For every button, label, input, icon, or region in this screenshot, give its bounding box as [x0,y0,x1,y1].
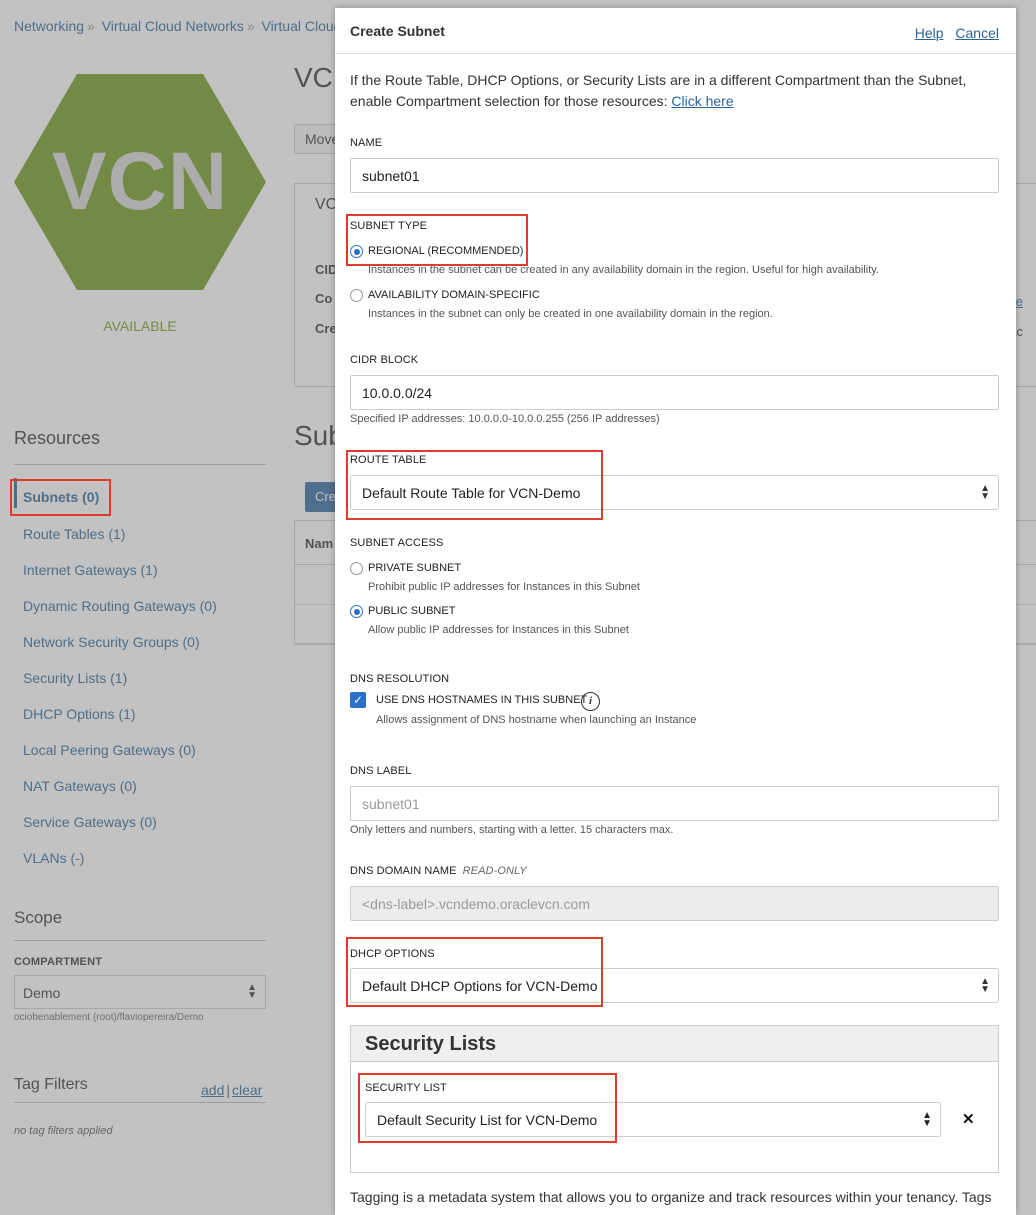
dialog-title: Create Subnet [350,23,445,39]
ad-specific-label: AVAILABILITY DOMAIN-SPECIFIC [368,289,540,301]
dns-resolution-label: DNS RESOLUTION [350,673,450,685]
name-label: NAME [350,137,383,149]
cidr-label: CIDR BLOCK [350,354,419,366]
chevron-updown-icon: ▲ ▼ [980,975,990,995]
radio-button[interactable] [350,289,363,302]
security-lists-panel: Security Lists SECURITY LIST Default Sec… [350,1025,999,1173]
cidr-input[interactable]: 10.0.0.0/24 [350,375,999,410]
help-link[interactable]: Help [915,25,944,41]
public-subnet-label: PUBLIC SUBNET [368,605,456,617]
cidr-help: Specified IP addresses: 10.0.0.0-10.0.0.… [350,413,660,425]
dns-domain-label: DNS DOMAIN NAME READ-ONLY [350,865,527,877]
subnet-access-label: SUBNET ACCESS [350,537,444,549]
route-table-select[interactable]: Default Route Table for VCN-Demo ▲ ▼ [350,475,999,510]
subnet-type-label: SUBNET TYPE [350,220,428,232]
chevron-updown-icon: ▲ ▼ [922,1109,932,1129]
tagging-description: Tagging is a metadata system that allows… [350,1189,992,1205]
dns-hostnames-help: Allows assignment of DNS hostname when l… [376,714,697,726]
radio-button-selected[interactable] [350,605,363,618]
public-subnet-help: Allow public IP addresses for Instances … [368,624,629,636]
info-icon[interactable]: i [581,692,600,711]
intro-text: If the Route Table, DHCP Options, or Sec… [350,72,967,109]
security-lists-title: Security Lists [351,1026,998,1062]
name-input[interactable]: subnet01 [350,158,999,193]
dns-hostnames-checkbox[interactable]: ✓ [350,692,366,708]
checkmark-icon: ✓ [352,693,364,707]
dialog-intro: If the Route Table, DHCP Options, or Sec… [350,70,990,112]
regional-label: REGIONAL (RECOMMENDED) [368,245,524,257]
cancel-link[interactable]: Cancel [955,25,999,41]
dhcp-options-value: Default DHCP Options for VCN-Demo [362,978,598,994]
close-icon[interactable]: ✕ [962,1110,975,1128]
radio-button[interactable] [350,562,363,575]
route-table-label: ROUTE TABLE [350,454,427,466]
create-subnet-dialog: Create Subnet Help Cancel If the Route T… [335,8,1016,1215]
security-list-select[interactable]: Default Security List for VCN-Demo ▲ ▼ [365,1102,941,1137]
private-subnet-label: PRIVATE SUBNET [368,562,462,574]
radio-button-selected[interactable] [350,245,363,258]
ad-specific-help: Instances in the subnet can only be crea… [368,308,773,320]
dns-label-input[interactable]: subnet01 [350,786,999,821]
dialog-header: Create Subnet Help Cancel [335,8,1016,54]
dns-domain-input: <dns-label>.vcndemo.oraclevcn.com [350,886,999,921]
private-subnet-help: Prohibit public IP addresses for Instanc… [368,581,640,593]
enable-compartment-link[interactable]: Click here [671,93,733,109]
dns-label-label: DNS LABEL [350,765,412,777]
dhcp-options-label: DHCP OPTIONS [350,948,435,960]
read-only-tag: READ-ONLY [462,865,527,877]
regional-help: Instances in the subnet can be created i… [368,264,879,276]
dns-label-help: Only letters and numbers, starting with … [350,824,674,836]
security-list-value: Default Security List for VCN-Demo [377,1112,598,1128]
dns-hostnames-label: USE DNS HOSTNAMES IN THIS SUBNET [376,694,588,706]
security-list-label: SECURITY LIST [365,1082,447,1094]
chevron-updown-icon: ▲ ▼ [980,482,990,502]
dhcp-options-select[interactable]: Default DHCP Options for VCN-Demo ▲ ▼ [350,968,999,1003]
dns-domain-label-text: DNS DOMAIN NAME [350,865,457,877]
dialog-header-links: Help Cancel [907,25,999,41]
route-table-value: Default Route Table for VCN-Demo [362,485,581,501]
